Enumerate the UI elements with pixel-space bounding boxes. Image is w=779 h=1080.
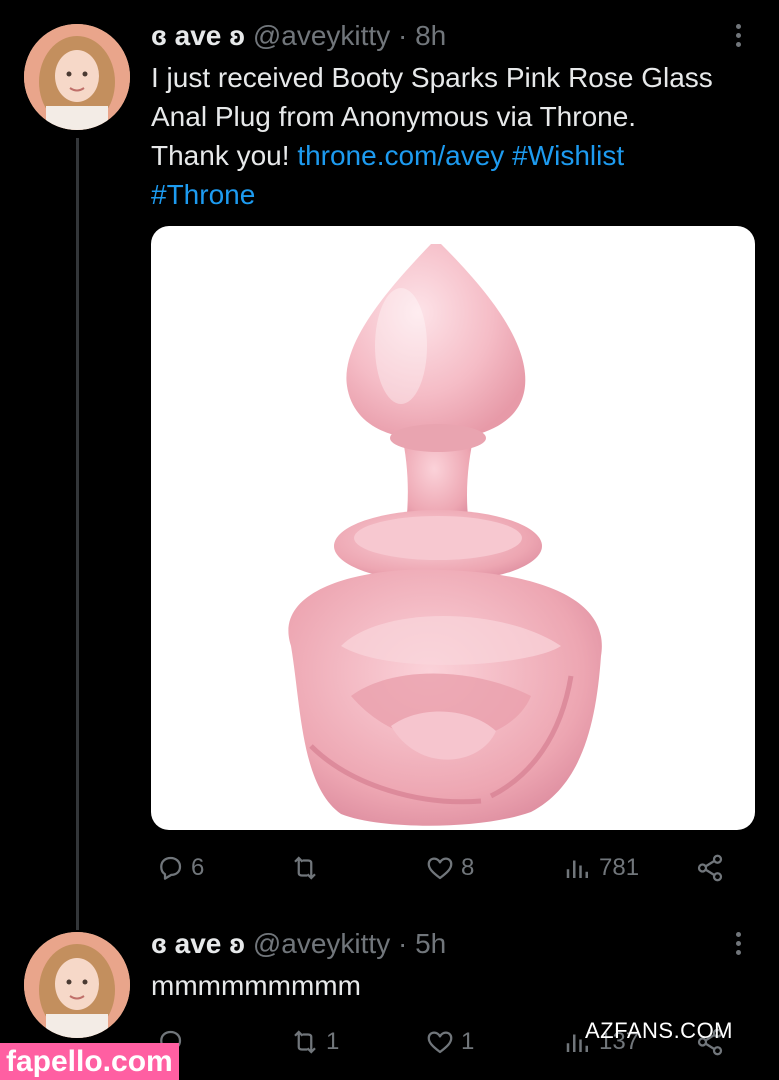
hashtag-throne[interactable]: #Throne [151,179,255,210]
repost-button[interactable]: 1 [290,1027,339,1057]
tweet-text-segment: Thank you! [151,140,298,171]
like-count: 1 [461,1028,475,1055]
avatar-image [24,932,130,1038]
timestamp[interactable]: 8h [415,20,446,51]
reply-button[interactable]: 6 [155,853,204,883]
tweet-header: ɞ ave ʚ @aveykitty · 8h [151,20,446,52]
user-handle[interactable]: @aveykitty [253,20,390,51]
display-name[interactable]: ɞ ave ʚ [151,928,245,959]
like-button[interactable]: 8 [425,853,474,883]
like-icon [427,857,453,880]
like-icon [427,1031,453,1054]
timestamp[interactable]: 5h [415,928,446,959]
tweet-text: I just received Booty Sparks Pink Rose G… [151,58,761,214]
reply-count: 6 [191,854,205,881]
avatar-image [24,24,130,130]
separator: · [397,20,408,51]
display-name[interactable]: ɞ ave ʚ [151,20,245,51]
repost-count: 1 [326,1028,340,1055]
tweet-text-line: #Throne [151,175,761,214]
separator: · [397,928,408,959]
like-count: 8 [461,854,475,881]
avatar[interactable] [24,932,130,1038]
product-image [288,244,602,826]
watermark-left: fapello.com [0,1043,179,1080]
hashtag-wishlist[interactable]: #Wishlist [512,140,624,171]
views-count: 781 [599,854,640,881]
watermark-right: AZFANS.COM [585,1018,734,1043]
like-button[interactable]: 1 [425,1027,474,1057]
views-button[interactable]: 781 [563,853,639,883]
user-handle[interactable]: @aveykitty [253,928,390,959]
reply-icon [160,856,182,880]
share-icon [697,854,723,882]
repost-icon [294,856,316,880]
throne-link[interactable]: throne.com/avey [297,140,504,171]
tweet-media[interactable] [151,226,755,830]
more-icon[interactable] [736,932,742,959]
tweet-text-line: I just received Booty Sparks Pink Rose G… [151,62,713,93]
more-icon[interactable] [736,24,742,51]
repost-icon [294,1030,316,1054]
avatar[interactable] [24,24,130,130]
share-button[interactable] [695,853,725,883]
tweet-text: mmmmmmmmm [151,970,361,1001]
tweet-text-line: Thank you! throne.com/avey #Wishlist [151,136,761,175]
repost-button[interactable] [290,853,326,883]
tweet-header: ɞ ave ʚ @aveykitty · 5h [151,928,446,960]
thread-line [76,138,79,930]
views-icon [566,860,588,878]
tweet-text-line: Anal Plug from Anonymous via Throne. [151,101,637,132]
